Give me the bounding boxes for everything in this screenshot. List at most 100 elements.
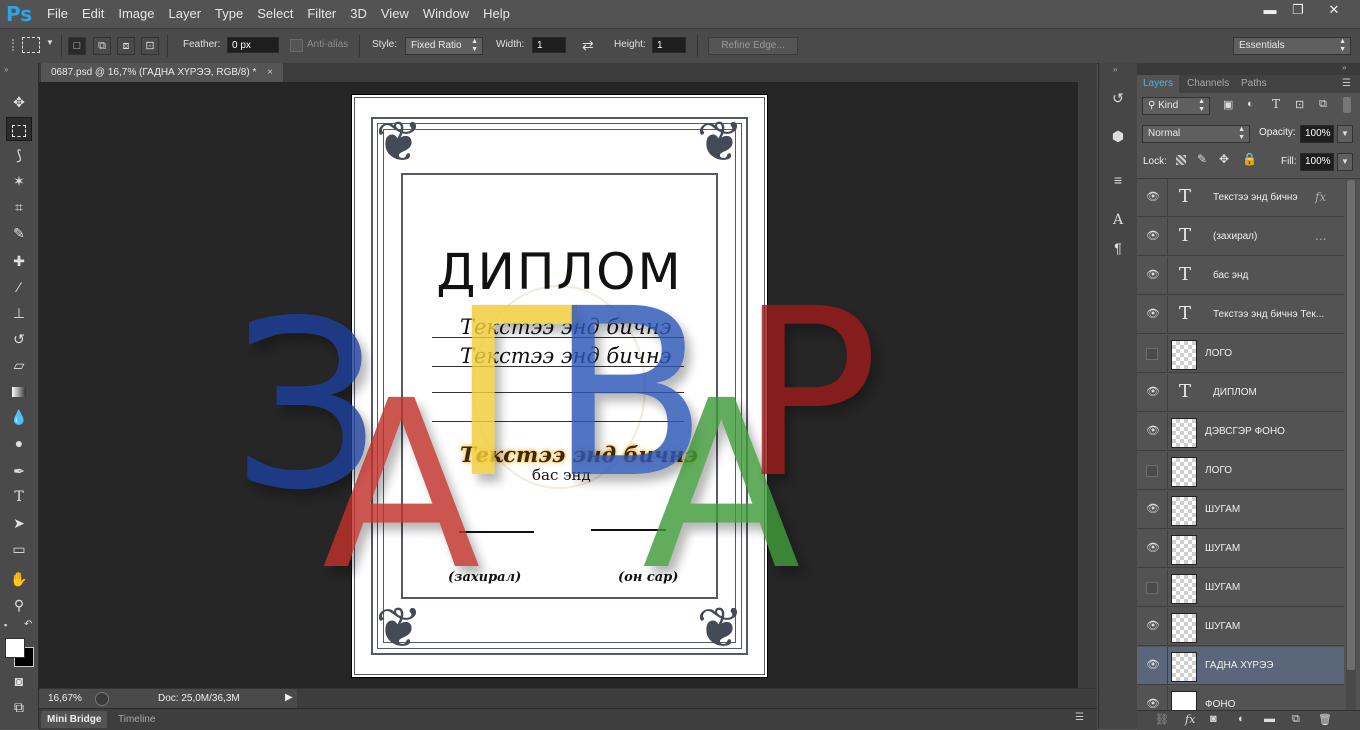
tab-layers[interactable]: Layers (1137, 75, 1180, 93)
layer-row[interactable]: 👁 T Текстээ энд бичнэ Тек... (1137, 296, 1344, 334)
eyedropper-tool-icon[interactable]: ✎ (6, 221, 32, 245)
panel-menu-icon[interactable]: ☰ (1342, 78, 1351, 89)
menu-layer[interactable]: Layer (162, 0, 209, 28)
quick-mask-icon[interactable]: ◙ (6, 669, 32, 693)
tab-paths[interactable]: Paths (1235, 75, 1273, 93)
horizontal-scrollbar[interactable] (297, 689, 1097, 709)
layer-row[interactable]: 👁 ШУГАМ (1137, 491, 1344, 529)
layer-row[interactable]: 👁 ДЭВСГЭР ФОНО (1137, 413, 1344, 451)
canvas-area[interactable]: ❦ ❦ ❦ ❦ ДИПЛОМ Текстээ энд бичнэ Текстээ… (39, 82, 1078, 688)
link-icon[interactable]: ⛓ (1155, 713, 1169, 726)
collapse-icon[interactable]: » (4, 65, 8, 74)
layer-row[interactable]: 👁 T ДИПЛОМ (1137, 374, 1344, 412)
layer-row[interactable]: 👁 ГАДНА ХҮРЭЭ (1137, 647, 1344, 685)
3d-icon[interactable]: ⬢ (1107, 125, 1129, 147)
layer-row[interactable]: 👁 T Текстээ энд бичнэ fx (1137, 179, 1344, 217)
menu-file[interactable]: File (40, 0, 75, 28)
visibility-toggle[interactable] (1146, 582, 1158, 594)
layers-scrollbar[interactable] (1346, 180, 1356, 710)
menu-view[interactable]: View (374, 0, 416, 28)
mask-icon[interactable]: ◙ (1210, 713, 1217, 725)
path-selection-tool-icon[interactable]: ➤ (6, 511, 32, 535)
foreground-color-swatch[interactable] (5, 638, 25, 658)
close-tab-icon[interactable]: × (267, 67, 273, 78)
layer-row[interactable]: ШУГАМ (1137, 569, 1344, 607)
menu-help[interactable]: Help (476, 0, 517, 28)
add-selection-icon[interactable]: ⧉ (93, 37, 111, 55)
workspace-select[interactable]: Essentials ▲ ▼ (1233, 37, 1351, 55)
layer-row[interactable]: 👁 ФОНО (1137, 686, 1344, 711)
tab-mini-bridge[interactable]: Mini Bridge (41, 711, 108, 728)
eye-icon[interactable]: 👁 (1146, 230, 1160, 242)
menu-window[interactable]: Window (416, 0, 476, 28)
menu-image[interactable]: Image (111, 0, 161, 28)
healing-brush-tool-icon[interactable]: ✚ (6, 249, 32, 273)
filter-toggle[interactable] (1343, 97, 1351, 113)
layer-row[interactable]: ЛОГО (1137, 452, 1344, 490)
menu-filter[interactable]: Filter (300, 0, 343, 28)
lock-transparent-icon[interactable] (1176, 155, 1186, 165)
gradient-tool-icon[interactable] (6, 379, 32, 403)
style-select[interactable]: Fixed Ratio ▲ ▼ (405, 37, 483, 55)
rect-marquee-preset-icon[interactable] (22, 37, 40, 53)
eye-icon[interactable]: 👁 (1146, 191, 1160, 203)
type-tool-icon[interactable]: T (6, 485, 32, 509)
tab-timeline[interactable]: Timeline (112, 711, 161, 728)
blend-mode-select[interactable]: Normal ▲ ▼ (1142, 125, 1250, 143)
clone-stamp-tool-icon[interactable]: ⊥ (6, 301, 32, 325)
restore-button[interactable]: ❐ (1282, 0, 1314, 20)
lock-position-icon[interactable]: ✥ (1219, 152, 1229, 166)
layer-row[interactable]: 👁 ШУГАМ (1137, 608, 1344, 646)
folder-icon[interactable]: ▬ (1264, 713, 1275, 725)
eye-icon[interactable]: 👁 (1146, 269, 1160, 281)
smart-object-filter-icon[interactable]: ⧉ (1319, 98, 1327, 111)
status-info-icon[interactable] (95, 692, 109, 706)
fx-icon[interactable]: fx (1185, 713, 1195, 726)
menu-type[interactable]: Type (208, 0, 250, 28)
pen-tool-icon[interactable]: ✒ (6, 459, 32, 483)
opacity-dropdown-icon[interactable]: ▼ (1337, 125, 1353, 143)
adjustment-icon[interactable]: ◐ (1238, 713, 1245, 725)
scrollbar-thumb[interactable] (1347, 180, 1355, 670)
paragraph-icon[interactable]: ¶ (1107, 237, 1129, 259)
visibility-toggle[interactable] (1146, 465, 1158, 477)
menu-edit[interactable]: Edit (75, 0, 111, 28)
swap-icon[interactable]: ⇄ (582, 37, 594, 54)
eraser-tool-icon[interactable]: ▱ (6, 353, 32, 377)
lock-all-icon[interactable]: 🔒 (1242, 152, 1257, 166)
eye-icon[interactable]: 👁 (1146, 425, 1160, 437)
eye-icon[interactable]: 👁 (1146, 542, 1160, 554)
zoom-tool-icon[interactable]: ⚲ (6, 593, 32, 617)
close-button[interactable]: ✕ (1318, 0, 1350, 20)
opacity-input[interactable]: 100% (1300, 125, 1334, 143)
intersect-selection-icon[interactable]: ⊡ (141, 37, 159, 55)
eye-icon[interactable]: 👁 (1146, 308, 1160, 320)
type-filter-icon[interactable]: T (1272, 97, 1280, 111)
dodge-tool-icon[interactable]: ● (6, 431, 32, 455)
new-selection-icon[interactable]: □ (68, 37, 86, 55)
width-input[interactable]: 1 (532, 37, 566, 53)
tab-channels[interactable]: Channels (1181, 75, 1235, 93)
eye-icon[interactable]: 👁 (1146, 659, 1160, 671)
feather-input[interactable]: 0 px (227, 37, 279, 53)
lasso-tool-icon[interactable]: ⟆ (6, 143, 32, 167)
kind-filter-select[interactable]: ⚲ Kind ▲ ▼ (1142, 97, 1210, 115)
eye-icon[interactable]: 👁 (1146, 620, 1160, 632)
layer-row[interactable]: 👁 Tбас энд (1137, 257, 1344, 295)
height-input[interactable]: 1 (652, 37, 686, 53)
antialias-checkbox[interactable] (290, 39, 303, 52)
preset-dropdown-arrow-icon[interactable]: ▼ (46, 38, 54, 47)
history-brush-tool-icon[interactable]: ↺ (6, 327, 32, 351)
pixel-filter-icon[interactable]: ▣ (1223, 98, 1233, 111)
screen-mode-icon[interactable]: ⧉ (6, 695, 32, 719)
character-icon[interactable]: A (1107, 209, 1129, 231)
magic-wand-tool-icon[interactable]: ✶ (6, 169, 32, 193)
layer-row[interactable]: ЛОГО (1137, 335, 1344, 373)
hand-tool-icon[interactable]: ✋ (6, 567, 32, 591)
layer-row[interactable]: 👁 T (захирал)... (1137, 218, 1344, 256)
lock-pixels-icon[interactable]: ✎ (1197, 152, 1207, 166)
fill-dropdown-icon[interactable]: ▼ (1337, 153, 1353, 171)
shape-filter-icon[interactable]: ⊡ (1295, 98, 1304, 111)
eye-icon[interactable]: 👁 (1146, 503, 1160, 515)
menu-3d[interactable]: 3D (343, 0, 374, 28)
